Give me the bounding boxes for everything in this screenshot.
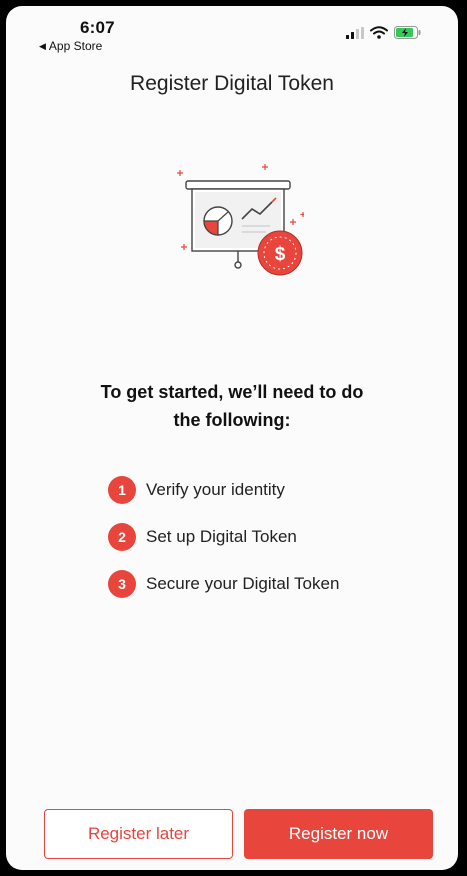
cellular-signal-icon: [346, 26, 364, 39]
coin-dollar-symbol: $: [275, 244, 286, 265]
step-item: 3 Secure your Digital Token: [108, 560, 339, 607]
step-number-badge: 1: [108, 475, 136, 504]
step-item: 2 Set up Digital Token: [108, 513, 339, 560]
status-bar: 6:07 ◀ App Store: [6, 6, 458, 56]
status-icons: [346, 26, 422, 39]
battery-charging-icon: [394, 26, 421, 39]
step-label: Secure your Digital Token: [146, 573, 340, 593]
back-to-app-store[interactable]: ◀ App Store: [39, 39, 102, 53]
steps-list: 1 Verify your identity 2 Set up Digital …: [108, 466, 339, 607]
step-number-badge: 3: [108, 569, 136, 598]
back-arrow-icon: ◀: [39, 40, 46, 51]
step-item: 1 Verify your identity: [108, 466, 339, 513]
status-time: 6:07: [80, 18, 115, 37]
register-later-button[interactable]: Register later: [44, 809, 233, 859]
presentation-board-icon: $: [177, 164, 304, 276]
step-number-badge: 2: [108, 522, 136, 551]
page-title: Register Digital Token: [130, 72, 334, 95]
back-app-label: App Store: [48, 39, 103, 53]
register-now-button[interactable]: Register now: [244, 809, 433, 859]
wifi-icon: [370, 26, 388, 39]
instructions-heading: To get started, we’ll need to do the fol…: [100, 382, 364, 430]
step-label: Set up Digital Token: [146, 526, 297, 546]
phone-screen: 6:07 ◀ App Store Register Digital Token …: [6, 6, 458, 870]
step-label: Verify your identity: [146, 479, 285, 499]
